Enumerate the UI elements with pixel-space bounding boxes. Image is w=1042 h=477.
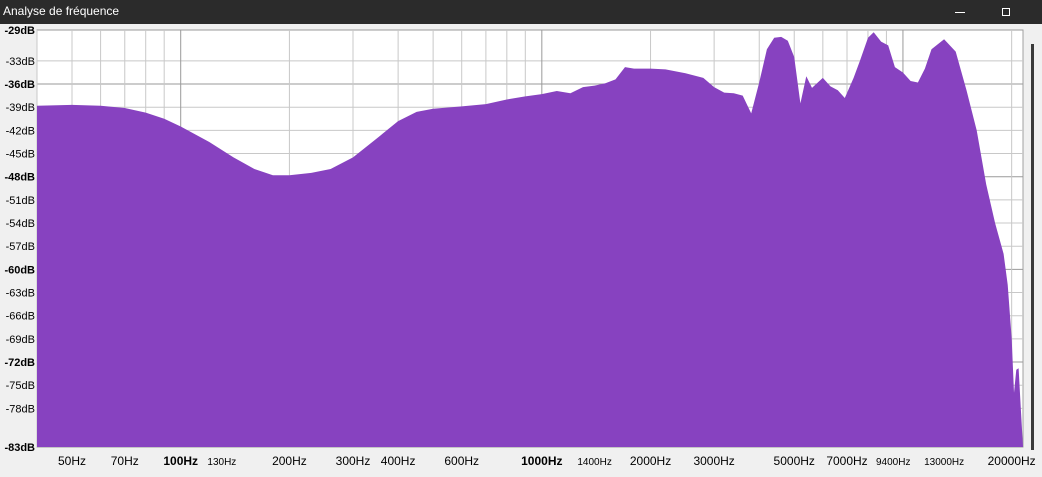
x-tick-label-5: 300Hz xyxy=(336,454,371,468)
x-tick-label-6: 400Hz xyxy=(381,454,416,468)
y-tick-label-9: -57dB xyxy=(6,241,35,253)
y-tick-label-2: -36dB xyxy=(4,79,35,91)
x-tick-label-4: 200Hz xyxy=(272,454,307,468)
y-tick-label-15: -75dB xyxy=(6,380,35,392)
minimize-icon xyxy=(955,11,965,13)
x-tick-label-15: 13000Hz xyxy=(924,457,964,468)
maximize-button[interactable] xyxy=(983,0,1029,24)
y-axis-ticks: -29dB -33dB -36dB -39dB -42dB -45dB -48dB -51dB… xyxy=(4,25,35,454)
y-tick-label-11: -63dB xyxy=(6,288,35,300)
y-tick-label-1: -33dB xyxy=(6,56,35,68)
x-tick-label-8: 1000Hz xyxy=(521,454,562,468)
x-tick-label-13: 7000Hz xyxy=(826,454,867,468)
title-bar: Analyse de fréquence xyxy=(0,0,1042,24)
maximize-icon xyxy=(1002,8,1010,16)
x-tick-label-16: 20000Hz xyxy=(988,454,1036,468)
x-tick-label-1: 70Hz xyxy=(111,454,139,468)
x-tick-label-12: 5000Hz xyxy=(774,454,815,468)
x-tick-label-0: 50Hz xyxy=(58,454,86,468)
y-tick-label-3: -39dB xyxy=(6,102,35,114)
x-tick-label-3: 130Hz xyxy=(207,457,236,468)
x-tick-label-2: 100Hz xyxy=(163,454,198,468)
vertical-scrollbar[interactable] xyxy=(1031,44,1034,450)
y-tick-label-4: -42dB xyxy=(6,125,35,137)
y-tick-label-5: -45dB xyxy=(6,149,35,161)
x-tick-label-7: 600Hz xyxy=(444,454,479,468)
y-tick-label-16: -78dB xyxy=(6,403,35,415)
window-title: Analyse de fréquence xyxy=(3,4,120,18)
y-tick-label-17: -83dB xyxy=(4,442,35,454)
x-tick-label-11: 3000Hz xyxy=(693,454,734,468)
y-tick-label-8: -54dB xyxy=(6,218,35,230)
frequency-chart: -29dB -33dB -36dB -39dB -42dB -45dB -48dB -51dB… xyxy=(0,24,1042,477)
y-tick-label-7: -51dB xyxy=(6,195,35,207)
y-tick-label-14: -72dB xyxy=(4,357,35,369)
spectrum-plot: -29dB -33dB -36dB -39dB -42dB -45dB -48dB -51dB… xyxy=(4,25,1036,468)
x-tick-label-9: 1400Hz xyxy=(577,457,611,468)
y-tick-label-12: -66dB xyxy=(6,311,35,323)
x-axis-ticks: 50Hz 70Hz 100Hz 130Hz 200Hz 300Hz 400Hz 600Hz 10… xyxy=(58,454,1036,468)
y-tick-label-6: -48dB xyxy=(4,172,35,184)
minimize-button[interactable] xyxy=(937,0,983,24)
x-tick-label-14: 9400Hz xyxy=(876,457,910,468)
y-tick-label-13: -69dB xyxy=(6,334,35,346)
x-tick-label-10: 2000Hz xyxy=(630,454,671,468)
y-tick-label-0: -29dB xyxy=(4,25,35,37)
y-tick-label-10: -60dB xyxy=(4,264,35,276)
